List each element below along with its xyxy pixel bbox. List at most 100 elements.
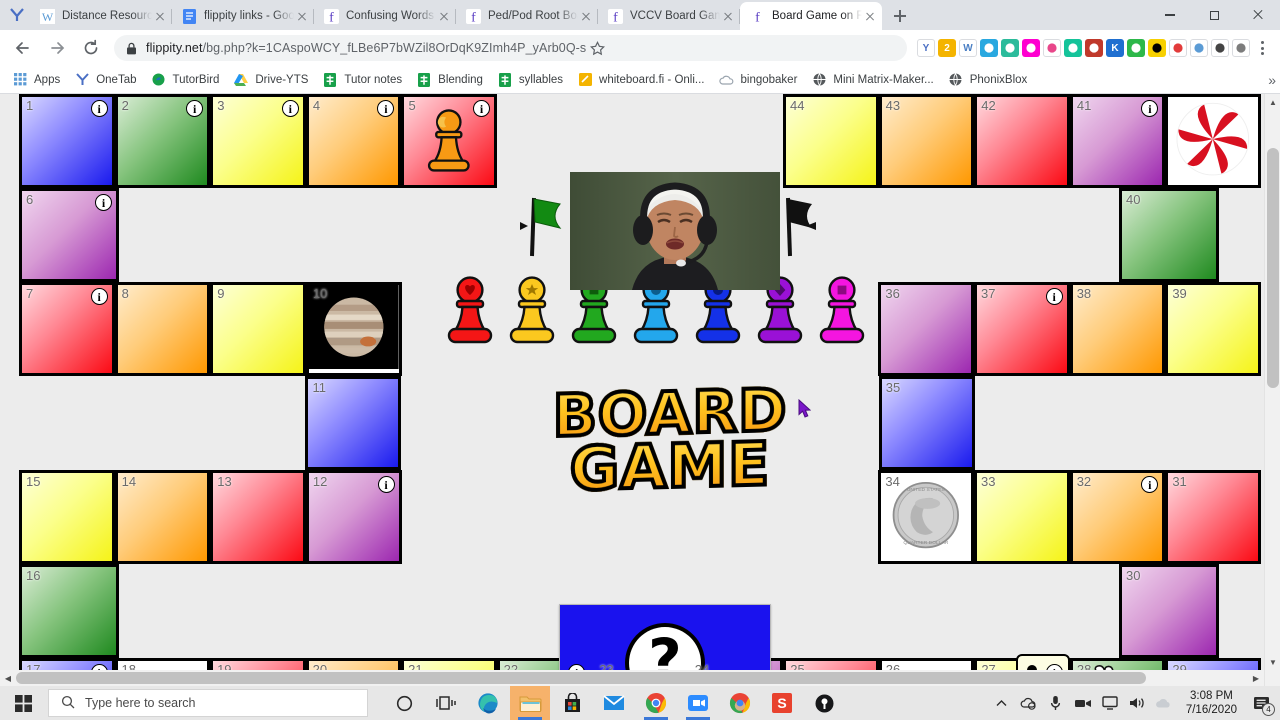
board-cell-16[interactable]: 16 [19, 564, 119, 658]
board-cell-8[interactable]: 8 [114, 282, 211, 376]
close-window-button[interactable] [1236, 0, 1280, 30]
bookmark-item-4[interactable]: Drive-YTS [227, 69, 314, 91]
bookmark-star-icon[interactable] [586, 40, 608, 56]
browser-tab-1[interactable]: W Distance Resources fo [30, 2, 172, 30]
taskbar-clock[interactable]: 3:08 PM 7/16/2020 [1178, 689, 1245, 717]
address-bar[interactable]: flippity.net/bg.php?k=1CAspoWCY_fLBe6P7b… [114, 35, 907, 61]
horizontal-scroll-thumb[interactable] [16, 672, 1146, 684]
info-icon[interactable]: i [90, 288, 108, 305]
board-cell-3[interactable]: 3i [210, 94, 306, 188]
bookmark-item-3[interactable]: TutorBird [145, 69, 226, 91]
bookmark-item-10[interactable]: Mini Matrix-Maker... [805, 69, 939, 91]
redkite-extension[interactable] [1085, 39, 1103, 57]
bookmark-item-7[interactable]: syllables [491, 69, 569, 91]
board-cell-7[interactable]: 7i [19, 282, 115, 376]
action-center-icon[interactable]: 4 [1246, 686, 1276, 720]
board-cell-33[interactable]: 33 [974, 470, 1070, 564]
onetab-extension[interactable]: Y [917, 39, 935, 57]
board-cell-decoration[interactable] [1165, 94, 1262, 188]
board-cell-44[interactable]: 44 [783, 94, 879, 188]
forward-button[interactable] [42, 33, 72, 63]
scroll-up-arrow[interactable]: ▲ [1265, 94, 1280, 110]
board-cell-39[interactable]: 39 [1165, 282, 1261, 376]
scroll-left-arrow[interactable]: ◀ [0, 670, 16, 686]
board-cell-13[interactable]: 13 [210, 470, 306, 564]
bitmoji-extension[interactable] [1148, 39, 1166, 57]
microsoft-edge-icon[interactable] [468, 686, 508, 720]
vertical-scroll-thumb[interactable] [1267, 148, 1279, 388]
board-cell-6[interactable]: 6i [19, 188, 119, 282]
board-cell-5[interactable]: 5i [401, 94, 498, 188]
back-button[interactable] [8, 33, 38, 63]
taskbar-search-box[interactable]: Type here to search [48, 689, 368, 717]
windows-start-icon[interactable] [0, 686, 46, 720]
info-icon[interactable]: i [473, 100, 491, 117]
board-cell-10[interactable]: 10 [305, 282, 402, 376]
board-cell-15[interactable]: 15 [19, 470, 115, 564]
horizontal-scrollbar[interactable]: ◀ ▶ [0, 670, 1264, 686]
pencil-extension[interactable] [1190, 39, 1208, 57]
person-extension[interactable] [1211, 39, 1229, 57]
webcam-device-icon[interactable] [1070, 686, 1096, 720]
bookmarks-overflow-button[interactable]: » [1268, 72, 1276, 88]
board-cell-14[interactable]: 14 [114, 470, 211, 564]
bookmark-item-5[interactable]: Tutor notes [316, 69, 408, 91]
board-cell-35[interactable]: 35 [878, 376, 975, 470]
onedrive-icon[interactable] [1151, 686, 1177, 720]
maximize-button[interactable] [1192, 0, 1236, 30]
chevron-up-icon[interactable] [989, 686, 1015, 720]
close-tab-icon[interactable] [720, 8, 736, 24]
mail-icon[interactable] [594, 686, 634, 720]
scroll-right-arrow[interactable]: ▶ [1248, 670, 1264, 686]
browser-tab-6[interactable]: f Board Game on Flippi [740, 2, 882, 30]
globe-extension[interactable] [1127, 39, 1145, 57]
bookmark-item-6[interactable]: Blending [410, 69, 489, 91]
info-icon[interactable]: i [95, 194, 112, 211]
chrome-menu-button[interactable] [1250, 34, 1274, 62]
webcam-video-overlay[interactable] [570, 172, 780, 290]
board-cell-38[interactable]: 38 [1069, 282, 1166, 376]
info-icon[interactable]: i [377, 476, 395, 493]
microsoft-store-icon[interactable] [552, 686, 592, 720]
pawn-yellow[interactable] [509, 274, 555, 351]
pen-extension[interactable] [1169, 39, 1187, 57]
reload-button[interactable] [76, 33, 106, 63]
onedrive-sync-icon[interactable] [1016, 686, 1042, 720]
zoom-icon[interactable] [678, 686, 718, 720]
cortana-icon[interactable] [384, 686, 424, 720]
read-write-extension[interactable] [980, 39, 998, 57]
display-icon[interactable] [1097, 686, 1123, 720]
board-cell-34[interactable]: UNITED STATES QUARTER DOLLAR 34 [878, 470, 975, 564]
minimize-button[interactable] [1148, 0, 1192, 30]
bookmark-item-11[interactable]: PhonixBlox [942, 69, 1034, 91]
board-cell-43[interactable]: 43 [878, 94, 975, 188]
kami-extension[interactable]: 2 [938, 39, 956, 57]
bookmark-item-9[interactable]: bingobaker [713, 69, 804, 91]
snagit-icon[interactable]: S [762, 686, 802, 720]
wikipedia-extension[interactable]: W [959, 39, 977, 57]
board-cell-12[interactable]: 12 i [305, 470, 402, 564]
volume-icon[interactable] [1124, 686, 1150, 720]
browser-tab-3[interactable]: f Confusing Words Boa [314, 2, 456, 30]
board-cell-40[interactable]: 40 [1119, 188, 1219, 282]
board-cell-32[interactable]: 32 i [1069, 470, 1166, 564]
board-cell-4[interactable]: 4i [305, 94, 402, 188]
board-cell-2[interactable]: 2i [114, 94, 211, 188]
board-cell-41[interactable]: 41 i [1069, 94, 1166, 188]
pin-app-icon[interactable] [804, 686, 844, 720]
close-tab-icon[interactable] [578, 8, 594, 24]
board-cell-36[interactable]: 36 [878, 282, 975, 376]
pawn-magenta[interactable] [819, 274, 865, 351]
board-cell-1[interactable]: 1i [19, 94, 115, 188]
vertical-scrollbar[interactable]: ▲ ▼ [1264, 94, 1280, 686]
board-cell-9[interactable]: 9 [210, 282, 306, 376]
board-cell-42[interactable]: 42 [974, 94, 1070, 188]
task-view-icon[interactable] [426, 686, 466, 720]
bookmark-item-1[interactable]: Apps [6, 69, 66, 91]
info-icon[interactable]: i [1045, 288, 1063, 305]
board-cell-11[interactable]: 11 [305, 376, 402, 470]
board-cell-37[interactable]: 37 i [974, 282, 1070, 376]
pink-extension[interactable] [1022, 39, 1040, 57]
microphone-icon[interactable] [1043, 686, 1069, 720]
close-tab-icon[interactable] [152, 8, 168, 24]
